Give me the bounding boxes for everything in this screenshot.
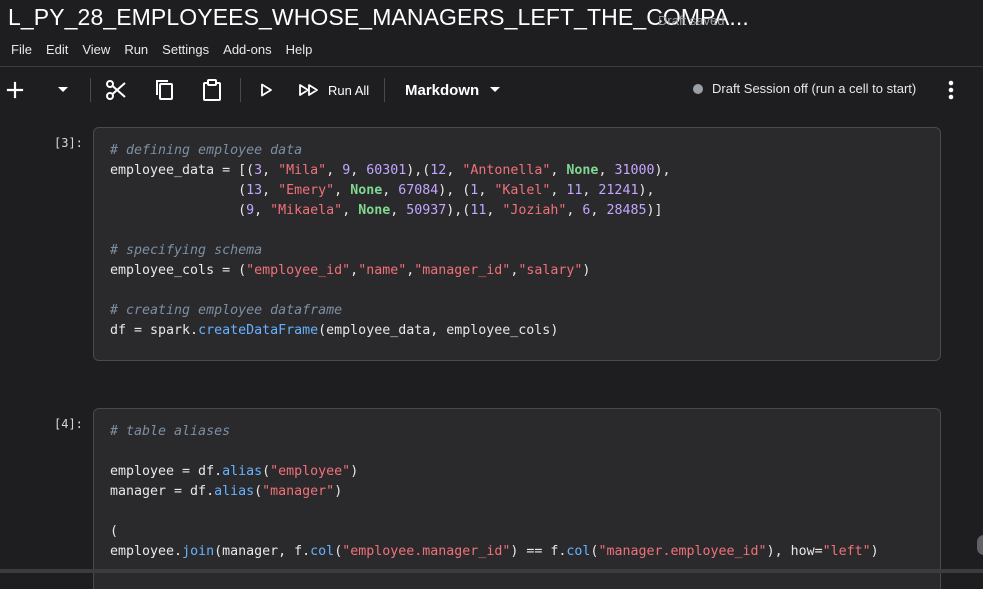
run-cell-button[interactable]	[255, 77, 277, 103]
code-line: (9, "Mikaela", None, 50937),(11, "Joziah…	[110, 203, 663, 218]
code-comment: # defining employee data	[110, 143, 303, 158]
more-vert-icon	[948, 80, 954, 100]
chevron-down-icon	[490, 87, 501, 92]
code-line: employee = df.alias("employee")	[110, 464, 359, 479]
menu-view[interactable]: View	[75, 42, 117, 57]
draft-status: Draft saved	[658, 13, 725, 28]
cut-button[interactable]	[103, 77, 129, 103]
run-all-icon	[299, 84, 318, 96]
cut-icon	[106, 80, 126, 100]
toolbar-divider	[384, 78, 385, 102]
copy-icon	[156, 80, 173, 100]
run-icon	[261, 83, 272, 97]
cell-type-select[interactable]: Markdown	[405, 77, 501, 103]
notebook-title[interactable]: L_PY_28_EMPLOYEES_WHOSE_MANAGERS_LEFT_TH…	[8, 4, 749, 31]
toolbar-divider	[240, 78, 241, 102]
add-cell-button[interactable]	[4, 77, 26, 103]
code-editor[interactable]: # table aliases employee = df.alias("emp…	[110, 422, 879, 562]
menu-settings[interactable]: Settings	[155, 42, 216, 57]
menu-help[interactable]: Help	[279, 42, 320, 57]
session-status-dot	[693, 83, 703, 94]
code-line: employee_cols = ("employee_id","name","m…	[110, 263, 591, 278]
menu-file[interactable]: File	[0, 42, 39, 57]
more-options-button[interactable]	[942, 77, 960, 103]
code-line: manager = df.alias("manager")	[110, 484, 343, 499]
menu-bar: File Edit View Run Settings Add-ons Help	[0, 38, 983, 60]
cell-prompt: [4]:	[54, 417, 83, 431]
session-status-label: Draft Session off (run a cell to start)	[712, 81, 917, 96]
run-all-label: Run All	[328, 82, 370, 98]
toolbar-divider	[90, 78, 91, 102]
menu-edit[interactable]: Edit	[39, 42, 75, 57]
code-line: (	[110, 524, 119, 539]
code-comment: # table aliases	[110, 424, 231, 439]
menu-run[interactable]: Run	[117, 42, 155, 57]
scrollbar-handle[interactable]	[977, 535, 983, 555]
run-all-button[interactable]: Run All	[298, 77, 369, 103]
code-line: employee_data = [(3, "Mila", 9, 60301),(…	[110, 163, 671, 178]
paste-button[interactable]	[200, 77, 224, 103]
cell-prompt: [3]:	[54, 136, 83, 150]
code-line: df = spark.createDataFrame(employee_data…	[110, 323, 559, 338]
title-bar: L_PY_28_EMPLOYEES_WHOSE_MANAGERS_LEFT_TH…	[0, 0, 983, 34]
code-line: employee.join(manager, f.col("employee.m…	[110, 544, 879, 559]
toolbar: Run All Markdown Draft Session off (run …	[0, 66, 983, 113]
cell-type-label: Markdown	[405, 81, 480, 99]
code-line: (13, "Emery", None, 67084), (1, "Kalel",…	[110, 183, 655, 198]
copy-button[interactable]	[152, 77, 176, 103]
add-icon	[6, 81, 24, 99]
add-cell-dropdown[interactable]	[52, 77, 74, 103]
chevron-down-icon	[58, 87, 68, 92]
code-editor[interactable]: # defining employee data employee_data =…	[110, 141, 671, 341]
session-status[interactable]: Draft Session off (run a cell to start)	[693, 81, 916, 96]
menu-addons[interactable]: Add-ons	[216, 42, 278, 57]
code-comment: # specifying schema	[110, 243, 263, 258]
code-cell[interactable]: # table aliases employee = df.alias("emp…	[93, 408, 941, 589]
code-comment: # creating employee dataframe	[110, 303, 343, 318]
paste-icon	[203, 79, 221, 101]
code-cell[interactable]: # defining employee data employee_data =…	[93, 127, 941, 361]
status-bar	[0, 569, 983, 573]
